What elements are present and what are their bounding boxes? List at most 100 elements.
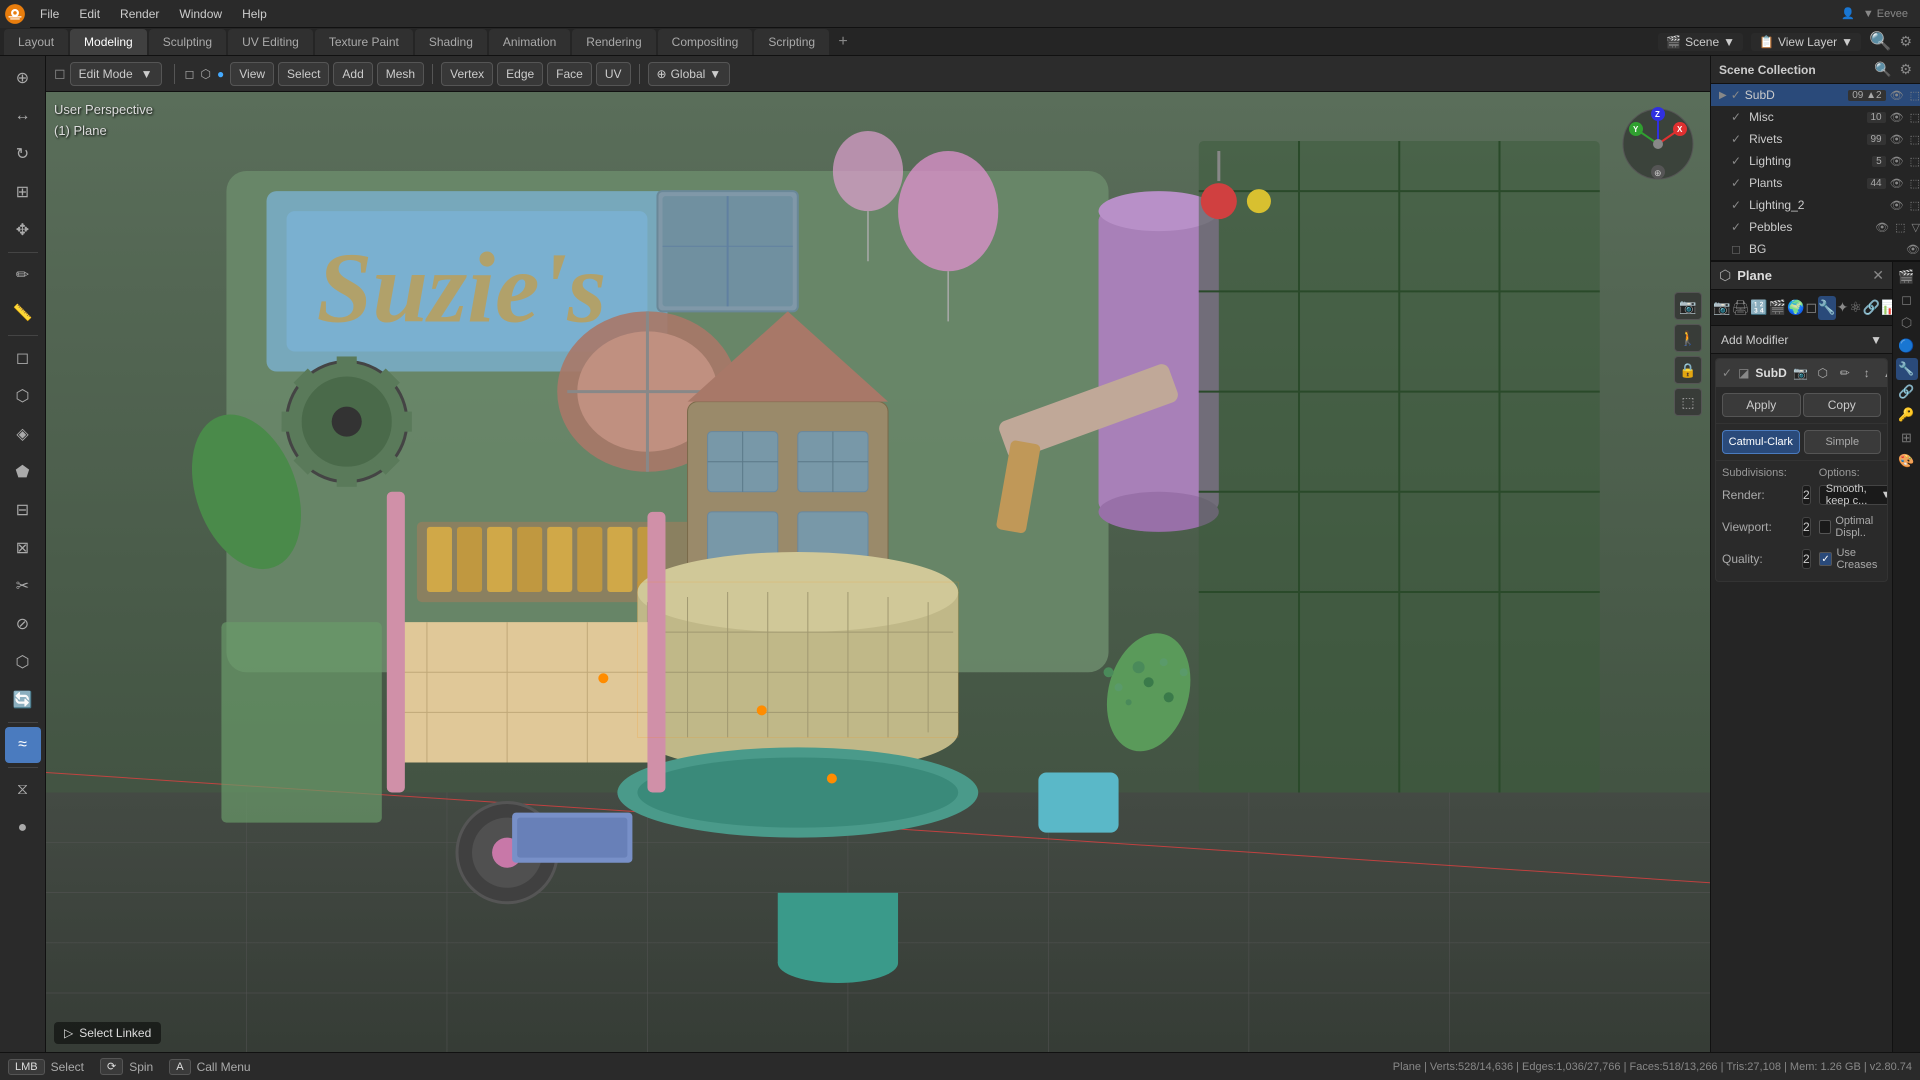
prop-tab-scene[interactable]: 🎬 xyxy=(1769,296,1786,320)
tool-move[interactable]: ↔ xyxy=(5,98,41,134)
lock-btn[interactable]: 🔒 xyxy=(1674,356,1702,384)
camera-view-btn[interactable]: 📷 xyxy=(1674,292,1702,320)
transform-dropdown[interactable]: ⊕ Global ▼ xyxy=(648,62,731,86)
prop-tab-object[interactable]: ◻ xyxy=(1806,296,1818,320)
outliner-filter[interactable]: 🔍 xyxy=(1874,61,1891,78)
tab-scripting[interactable]: Scripting xyxy=(754,29,829,55)
apply-btn[interactable]: Apply xyxy=(1722,393,1801,417)
prop-icon-shapekeys[interactable]: 🔑 xyxy=(1896,404,1918,426)
prop-tab-modifiers[interactable]: 🔧 xyxy=(1818,296,1835,320)
tool-spin[interactable]: 🔄 xyxy=(5,682,41,718)
tool-loop-cut[interactable]: ⊟ xyxy=(5,492,41,528)
topbar-filter[interactable]: ⚙ xyxy=(1899,33,1912,50)
mesh-btn[interactable]: Mesh xyxy=(377,62,424,86)
outliner-item-bg[interactable]: ◻ BG 👁 xyxy=(1711,238,1920,260)
mode-dropdown[interactable]: Edit Mode▼ xyxy=(70,62,162,86)
outliner-item-pebbles[interactable]: ✓ Pebbles 👁 ⬚ ▽ xyxy=(1711,216,1920,238)
edge-btn[interactable]: Edge xyxy=(497,62,543,86)
modifier-header[interactable]: ✓ ◪ SubD 📷 ⬡ ✏ ↕ ▲ ▼ ✕ xyxy=(1716,359,1887,387)
eye-icon[interactable]: 👁 xyxy=(1875,221,1889,234)
tool-knife[interactable]: ✂ xyxy=(5,568,41,604)
select-icon[interactable]: ⬚ xyxy=(1910,133,1920,146)
tool-extrude[interactable]: ⬡ xyxy=(5,378,41,414)
menu-edit[interactable]: Edit xyxy=(69,0,110,28)
tool-inset[interactable]: ◈ xyxy=(5,416,41,452)
topbar-search[interactable]: 🔍 xyxy=(1869,31,1891,52)
eye-icon[interactable]: 👁 xyxy=(1890,133,1904,146)
display-wire[interactable]: ⬡ xyxy=(199,65,213,83)
outliner-item-plants[interactable]: ✓ Plants 44 👁 ⬚ xyxy=(1711,172,1920,194)
outliner-item-lighting[interactable]: ✓ Lighting 5 👁 ⬚ xyxy=(1711,150,1920,172)
tool-to-sphere[interactable]: ● xyxy=(5,810,41,846)
navigation-gizmo[interactable]: X Y Z ⊕ xyxy=(1618,104,1698,184)
prop-tab-view-layer[interactable]: 🔢 xyxy=(1750,296,1767,320)
select-icon[interactable]: ⬚ xyxy=(1910,199,1920,212)
tool-rotate[interactable]: ↻ xyxy=(5,136,41,172)
tool-bevel[interactable]: ⬟ xyxy=(5,454,41,490)
menu-render[interactable]: Render xyxy=(110,0,169,28)
prop-icon-vcol[interactable]: 🎨 xyxy=(1896,450,1918,472)
outliner-item-misc[interactable]: ✓ Misc 10 👁 ⬚ xyxy=(1711,106,1920,128)
engine-selector[interactable]: ▼ Eevee xyxy=(1863,8,1908,20)
eye-icon[interactable]: 👁 xyxy=(1890,199,1904,212)
tool-bisect[interactable]: ⊘ xyxy=(5,606,41,642)
eye-icon[interactable]: 👁 xyxy=(1906,243,1920,256)
eye-icon[interactable]: 👁 xyxy=(1890,111,1904,124)
view-btn[interactable]: View xyxy=(230,62,274,86)
properties-close-btn[interactable]: ✕ xyxy=(1872,267,1884,284)
vertex-btn[interactable]: Vertex xyxy=(441,62,493,86)
mod-move-up-icon[interactable]: ▲ xyxy=(1879,363,1888,383)
tab-texture-paint[interactable]: Texture Paint xyxy=(315,29,413,55)
prop-icon-material[interactable]: 🔵 xyxy=(1896,335,1918,357)
tab-layout[interactable]: Layout xyxy=(4,29,68,55)
optimal-checkbox[interactable] xyxy=(1819,520,1832,534)
simple-tab[interactable]: Simple xyxy=(1804,430,1882,454)
render-icon[interactable]: ▽ xyxy=(1912,221,1920,234)
tool-cursor[interactable]: ⊕ xyxy=(5,60,41,96)
select-icon[interactable]: ⬚ xyxy=(1910,155,1920,168)
outliner-item-rivets[interactable]: ✓ Rivets 99 👁 ⬚ xyxy=(1711,128,1920,150)
tool-annotate[interactable]: ✏ xyxy=(5,257,41,293)
prop-tab-constraints[interactable]: 🔗 xyxy=(1863,296,1880,320)
view-layer-selector[interactable]: 📋 View Layer ▼ xyxy=(1751,33,1861,51)
prop-tab-render[interactable]: 📷 xyxy=(1713,296,1730,320)
tool-add-cube[interactable]: ◻ xyxy=(5,340,41,376)
user-icon[interactable]: 👤 xyxy=(1841,7,1855,20)
display-solid[interactable]: ◻ xyxy=(183,65,197,83)
mod-edit-icon[interactable]: ✏ xyxy=(1835,363,1855,383)
prop-tab-particles[interactable]: ✦ xyxy=(1837,296,1849,320)
tab-animation[interactable]: Animation xyxy=(489,29,570,55)
modifier-visibility-toggle[interactable]: ✓ xyxy=(1722,366,1732,380)
menu-window[interactable]: Window xyxy=(169,0,232,28)
tool-transform[interactable]: ✥ xyxy=(5,212,41,248)
add-modifier-btn[interactable]: Add Modifier ▼ xyxy=(1711,326,1892,354)
quality-value[interactable]: 2 xyxy=(1802,549,1811,569)
prop-icon-scene[interactable]: 🎬 xyxy=(1896,266,1918,288)
tab-modeling[interactable]: Modeling xyxy=(70,29,147,55)
smooth-dropdown[interactable]: Smooth, keep c... ▼ xyxy=(1819,485,1888,505)
prop-icon-uvmaps[interactable]: ⊞ xyxy=(1896,427,1918,449)
copy-btn[interactable]: Copy xyxy=(1803,393,1882,417)
display-material[interactable]: ● xyxy=(215,65,226,83)
outliner-options[interactable]: ⚙ xyxy=(1899,61,1912,78)
select-icon[interactable]: ⬚ xyxy=(1910,89,1920,102)
scene-selector[interactable]: 🎬 Scene ▼ xyxy=(1658,33,1743,51)
prop-tab-physics[interactable]: ⚛ xyxy=(1849,296,1862,320)
select-icon[interactable]: ⬚ xyxy=(1910,111,1920,124)
tool-offset-edge[interactable]: ⊠ xyxy=(5,530,41,566)
add-workspace-button[interactable]: + xyxy=(831,30,855,54)
face-btn[interactable]: Face xyxy=(547,62,592,86)
outliner-item-subd[interactable]: ▶ ✓ SubD 09 ▲2 👁 ⬚ xyxy=(1711,84,1920,106)
catmull-clark-tab[interactable]: Catmul-Clark xyxy=(1722,430,1800,454)
tab-uv-editing[interactable]: UV Editing xyxy=(228,29,313,55)
uv-btn[interactable]: UV xyxy=(596,62,631,86)
view-all-btn[interactable]: ⬚ xyxy=(1674,388,1702,416)
use-creases-checkbox[interactable] xyxy=(1819,552,1833,566)
eye-icon[interactable]: 👁 xyxy=(1890,89,1904,102)
tab-sculpting[interactable]: Sculpting xyxy=(149,29,226,55)
mod-camera-icon[interactable]: 📷 xyxy=(1791,363,1811,383)
select-btn[interactable]: Select xyxy=(278,62,329,86)
mod-render-icon[interactable]: ⬡ xyxy=(1813,363,1833,383)
prop-icon-modifier-active[interactable]: 🔧 xyxy=(1896,358,1918,380)
prop-tab-output[interactable]: 🖨 xyxy=(1731,296,1749,320)
